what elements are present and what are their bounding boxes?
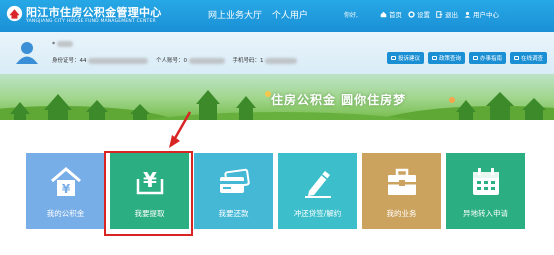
survey-button-label: 在线调查 <box>520 56 543 62</box>
tile-my-business-label: 我的业务 <box>386 209 417 218</box>
logout-link[interactable]: 退出 <box>436 9 458 19</box>
id-value: 44 <box>79 58 87 64</box>
id-number: 身份证号：44 <box>52 56 149 64</box>
tile-loan-offset-label: 冲还贷签/解约 <box>293 209 342 218</box>
brand-subtitle: YANGJIANG CITY HOUSE FUND MANAGEMENT CEN… <box>26 19 156 24</box>
user-details: 身份证号：44 个人账号：0 手机号码：1 <box>52 56 303 64</box>
home-link[interactable]: 首页 <box>380 9 402 19</box>
settings-link[interactable]: 设置 <box>408 9 430 19</box>
guide-icon <box>472 56 478 60</box>
guide-button[interactable]: 办事指南 <box>468 52 506 64</box>
avatar <box>16 42 38 64</box>
pencil-icon <box>304 171 331 198</box>
toolbox-icon <box>387 168 416 195</box>
survey-icon <box>513 56 519 60</box>
top-links: 首页 设置 退出 用户中心 <box>380 9 499 19</box>
account-label: 个人账号： <box>156 58 184 64</box>
redacted-account <box>188 57 225 64</box>
nav-item-personal[interactable]: 个人用户 <box>272 11 308 21</box>
phone-label: 手机号码： <box>232 58 261 64</box>
account-value: 0 <box>183 58 188 64</box>
tile-transfer-in-label: 异地转入申请 <box>463 209 508 218</box>
banner-slogan: 住房公积金 圆你住房梦 <box>271 93 407 107</box>
redacted-phone <box>265 57 298 64</box>
user-center-link[interactable]: 用户中心 <box>464 9 499 19</box>
account-number: 个人账号：0 <box>156 56 225 64</box>
home-link-label: 首页 <box>389 11 402 19</box>
tile-transfer-in[interactable]: 异地转入申请 <box>446 153 525 229</box>
greeting: 你好, <box>344 12 358 19</box>
tile-my-fund-label: 我的公积金 <box>46 209 85 218</box>
message-icon <box>390 56 396 60</box>
tile-my-business[interactable]: 我的业务 <box>362 153 441 229</box>
user-info-bar: * 身份证号：44 个人账号：0 手机号码：1 投诉建议 政策查询 办事指南 在… <box>0 32 554 74</box>
exit-icon <box>436 10 443 18</box>
calendar-icon <box>472 168 499 195</box>
survey-button[interactable]: 在线调查 <box>509 52 547 64</box>
brand-title: 阳江市住房公积金管理中心 <box>26 6 162 19</box>
settings-link-label: 设置 <box>417 11 430 19</box>
document-icon <box>431 56 437 60</box>
top-nav: 网上业务大厅 个人用户 <box>208 8 315 21</box>
id-label: 身份证号： <box>52 58 80 64</box>
user-name: * <box>52 40 74 48</box>
phone-number: 手机号码：1 <box>233 56 298 64</box>
user-name-prefix: * <box>52 40 56 48</box>
phone-value: 1 <box>260 58 264 64</box>
tile-loan-offset[interactable]: 冲还贷签/解约 <box>278 153 357 229</box>
redacted-id <box>88 57 149 64</box>
highlight-box <box>104 151 193 236</box>
banner: 住房公积金 圆你住房梦 <box>0 74 554 120</box>
guide-button-label: 办事指南 <box>479 56 502 62</box>
tile-repay[interactable]: 我要还款 <box>194 153 273 229</box>
complaint-button[interactable]: 投诉建议 <box>386 52 424 64</box>
gear-icon <box>408 10 415 18</box>
home-icon <box>380 11 387 17</box>
house-yen-icon: ¥ <box>50 167 81 196</box>
action-buttons: 投诉建议 政策查询 办事指南 在线调查 <box>386 52 547 64</box>
credit-card-icon <box>219 168 250 193</box>
user-center-link-label: 用户中心 <box>473 11 499 19</box>
logo-icon <box>6 5 23 22</box>
user-center-icon <box>464 11 471 18</box>
logout-link-label: 退出 <box>445 11 458 19</box>
svg-text:¥: ¥ <box>61 182 70 196</box>
redacted-name <box>57 41 74 47</box>
tile-my-fund[interactable]: ¥ 我的公积金 <box>26 153 105 229</box>
nav-item-hall[interactable]: 网上业务大厅 <box>208 11 262 21</box>
tile-repay-label: 我要还款 <box>218 209 249 218</box>
arrow-icon <box>169 111 192 148</box>
policy-button-label: 政策查询 <box>438 56 461 62</box>
policy-button[interactable]: 政策查询 <box>427 52 465 64</box>
header-bar: 阳江市住房公积金管理中心 YANGJIANG CITY HOUSE FUND M… <box>0 0 554 32</box>
complaint-button-label: 投诉建议 <box>397 56 420 62</box>
